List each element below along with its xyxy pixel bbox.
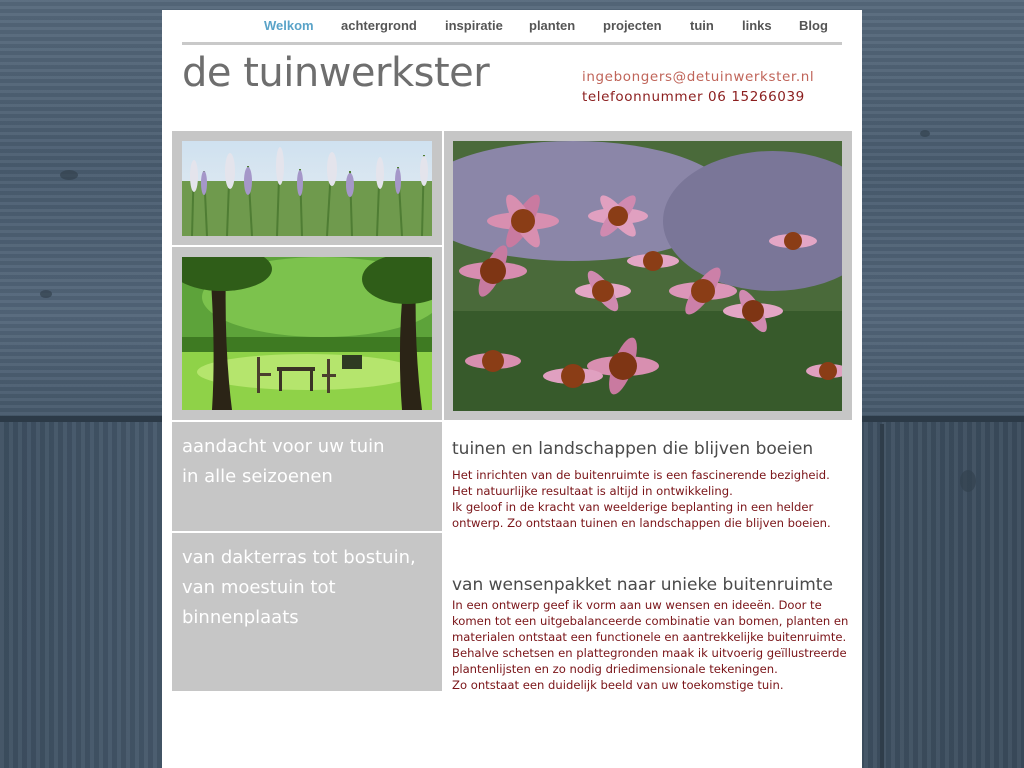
body-line: komen tot een uitgebalanceerde combinati… [452,614,849,628]
site-title[interactable]: de tuinwerkster [182,50,490,96]
wood-seam-vertical [880,424,884,768]
garden-table-photo [182,257,432,410]
body-line: ontwerp. Zo ontstaan tuinen en landschap… [452,516,831,530]
echinacea-flowers-photo [453,141,842,411]
nav-inspiratie[interactable]: inspiratie [445,18,503,33]
nav-projecten[interactable]: projecten [603,18,662,33]
lupin-field-photo [182,141,432,236]
slogan-line: aandacht voor uw tuin [182,436,385,457]
slogan-line: van moestuin tot [182,577,336,598]
slogan-line: in alle seizoenen [182,466,333,487]
slogan-seasons: aandacht voor uw tuin in alle seizoenen [182,432,385,492]
nav-tuin[interactable]: tuin [690,18,714,33]
nav-planten[interactable]: planten [529,18,575,33]
wood-knot [40,290,52,298]
content-page: Welkom achtergrond inspiratie planten pr… [162,10,862,768]
phone-number: telefoonnummer 06 15266039 [582,89,805,105]
body-line: Ik geloof in de kracht van weelderige be… [452,500,814,514]
body-line: materialen ontstaat een functionele en a… [452,630,847,644]
nav-blog[interactable]: Blog [799,18,828,33]
contact-info: ingebongers@detuinwerkster.nl telefoonnu… [582,67,814,107]
main-navigation: Welkom achtergrond inspiratie planten pr… [182,10,842,45]
section-heading: van wensenpakket naar unieke buitenruimt… [452,575,833,595]
body-line: In een ontwerp geef ik vorm aan uw wense… [452,598,822,612]
wood-knot [960,470,976,492]
section-body: Het inrichten van de buitenruimte is een… [452,467,852,531]
body-line: Zo ontstaat een duidelijk beeld van uw t… [452,678,784,692]
nav-welkom[interactable]: Welkom [264,18,314,33]
body-line: Het natuurlijke resultaat is altijd in o… [452,484,733,498]
section-design: van wensenpakket naar unieke buitenruimt… [452,575,852,693]
body-line: Het inrichten van de buitenruimte is een… [452,468,830,482]
slogan-line: binnenplaats [182,607,299,628]
body-line: plantenlijsten en zo nodig driedimension… [452,662,778,676]
section-gardens: tuinen en landschappen die blijven boeie… [452,439,852,531]
nav-links[interactable]: links [742,18,772,33]
body-line: Behalve schetsen en plattegronden maak i… [452,646,847,660]
nav-achtergrond[interactable]: achtergrond [341,18,417,33]
slogan-range: van dakterras tot bostuin, van moestuin … [182,543,416,633]
section-heading: tuinen en landschappen die blijven boeie… [452,439,814,459]
slogan-line: van dakterras tot bostuin, [182,547,416,568]
email-link[interactable]: ingebongers@detuinwerkster.nl [582,67,814,87]
wood-knot [60,170,78,180]
section-body: In een ontwerp geef ik vorm aan uw wense… [452,597,852,693]
wood-knot [920,130,930,137]
